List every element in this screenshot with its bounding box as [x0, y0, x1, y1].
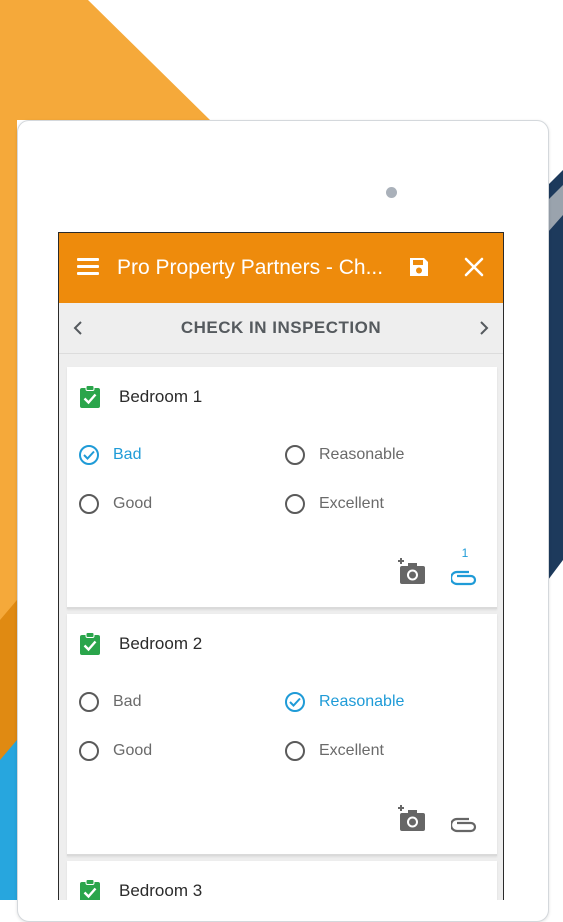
option-label: Good — [113, 742, 153, 759]
app-screen: Pro Property Partners - Ch... CHECK IN I… — [58, 232, 504, 900]
room-name: Bedroom 3 — [119, 881, 203, 900]
radio-checked-icon[interactable] — [285, 692, 305, 712]
option-label: Excellent — [319, 495, 384, 512]
save-icon[interactable] — [407, 255, 431, 279]
clipboard-check-icon[interactable] — [79, 879, 101, 900]
radio-icon[interactable] — [285, 741, 305, 761]
attachment-button[interactable]: 1 — [449, 546, 479, 590]
app-bar: Pro Property Partners - Ch... — [59, 233, 503, 303]
option-label: Bad — [113, 446, 142, 463]
inspection-header: CHECK IN INSPECTION — [59, 303, 503, 354]
radio-icon[interactable] — [79, 494, 99, 514]
option-label: Reasonable — [319, 446, 405, 463]
paperclip-icon — [449, 570, 477, 586]
attachment-count: 1 — [461, 546, 469, 560]
attachment-button[interactable] — [449, 807, 479, 837]
radio-checked-icon[interactable] — [79, 445, 99, 465]
app-title: Pro Property Partners - Ch... — [117, 256, 384, 279]
menu-icon[interactable] — [77, 258, 99, 276]
room-name: Bedroom 1 — [119, 387, 203, 406]
room-card: Bedroom 3 — [67, 861, 497, 900]
option-label: Bad — [113, 693, 142, 710]
radio-icon[interactable] — [79, 692, 99, 712]
option-label: Good — [113, 495, 153, 512]
tablet-camera — [386, 187, 397, 198]
radio-icon[interactable] — [79, 741, 99, 761]
section-title: CHECK IN INSPECTION — [180, 318, 382, 337]
option-label: Reasonable — [319, 693, 405, 710]
chevron-right-icon[interactable] — [477, 319, 491, 337]
option-label: Excellent — [319, 742, 384, 759]
clipboard-check-icon[interactable] — [79, 632, 101, 656]
paperclip-icon — [449, 817, 477, 833]
room-name: Bedroom 2 — [119, 634, 203, 653]
radio-icon[interactable] — [285, 445, 305, 465]
add-photo-icon[interactable] — [397, 805, 427, 833]
close-icon[interactable] — [463, 256, 485, 278]
add-photo-icon[interactable] — [397, 558, 427, 586]
radio-icon[interactable] — [285, 494, 305, 514]
room-card: Bedroom 1 Bad Reasonable Good Excellent — [67, 367, 497, 609]
clipboard-check-icon[interactable] — [79, 385, 101, 409]
room-card: Bedroom 2 Bad Reasonable Good Excellent — [67, 614, 497, 856]
